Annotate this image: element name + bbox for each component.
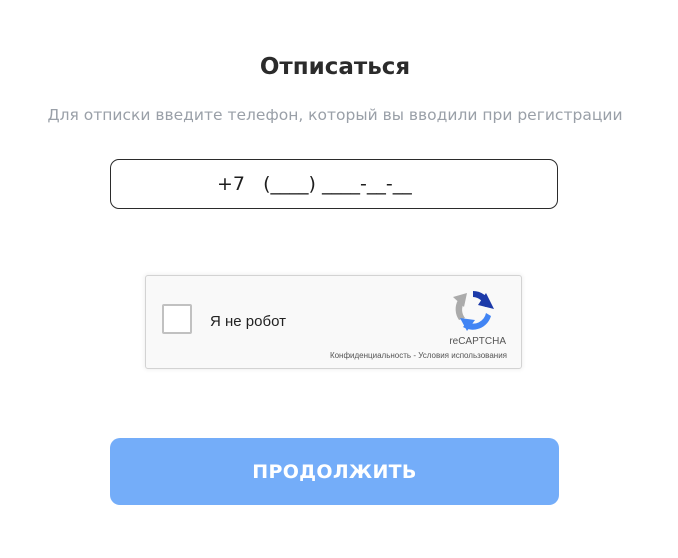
recaptcha-logo-icon [453,291,494,331]
recaptcha-links: Конфиденциальность - Условия использован… [330,351,507,360]
recaptcha-checkbox[interactable] [162,304,192,334]
page-title: Отписаться [259,54,411,80]
continue-button[interactable]: ПРОДОЛЖИТЬ [110,438,559,505]
privacy-link[interactable]: Конфиденциальность [330,351,411,360]
recaptcha-widget: Я не робот reCAPTCHA Конфиденциальность … [145,275,522,369]
phone-input[interactable]: +7 (____) ____-__-__ [110,159,558,209]
recaptcha-brand: reCAPTCHA [449,336,506,347]
recaptcha-label: Я не робот [210,313,286,330]
terms-link[interactable]: Условия использования [418,351,507,360]
page-subtitle: Для отписки введите телефон, который вы … [47,106,623,124]
